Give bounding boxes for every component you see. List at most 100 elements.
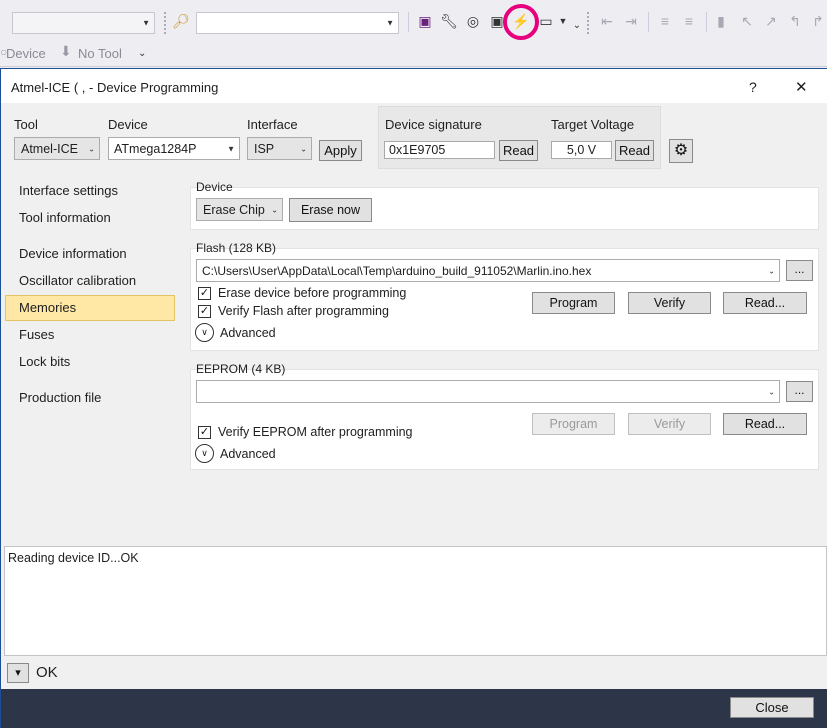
chevron-down-icon: ∨ <box>201 327 208 337</box>
erase-before-checkbox[interactable]: ✓ <box>198 287 211 300</box>
close-button[interactable]: Close <box>730 697 814 718</box>
dialog-titlebar: Atmel-ICE ( , - Device Programming ? ✕ <box>1 69 827 103</box>
erase-before-label[interactable]: Erase device before programming <box>218 286 406 300</box>
expand-log-button[interactable]: ▾ <box>7 663 29 683</box>
verify-flash-label[interactable]: Verify Flash after programming <box>218 304 389 318</box>
ide-toolbar: ▼ 🔎︎ ▼ ▣ 🔧︎ ◎ ▣ ⚡ ▭ ▼ ⌄ ⇤ ⇥ ≡ ≡ ▮ ↖ ↗ ↰ … <box>0 0 827 67</box>
verify-flash-checkbox[interactable]: ✓ <box>198 305 211 318</box>
outdent-icon[interactable]: ⇤ <box>598 12 616 30</box>
erase-mode-dropdown[interactable]: Erase Chip ⌄ <box>196 198 283 221</box>
device-pack-icon[interactable]: ▣ <box>416 12 434 30</box>
eeprom-file-dropdown[interactable]: ⌄ <box>196 380 780 403</box>
flash-verify-button[interactable]: Verify <box>628 292 711 314</box>
eeprom-advanced-expander[interactable]: ∨ <box>195 444 214 463</box>
sidebar-item-tool-information[interactable]: Tool information <box>19 210 111 225</box>
eeprom-read-button[interactable]: Read... <box>723 413 807 435</box>
dialog-footer: Close <box>1 689 827 728</box>
dropdown-arrow-icon: ▾ <box>15 667 21 679</box>
solution-config-dropdown[interactable]: ▼ <box>12 12 155 34</box>
target-voltage-field[interactable]: 5,0 V <box>551 141 612 159</box>
flash-read-button[interactable]: Read... <box>723 292 807 314</box>
chevron-down-icon: ⌄ <box>768 266 775 275</box>
log-output[interactable]: Reading device ID...OK <box>4 546 827 656</box>
toolbar-grip <box>164 12 168 34</box>
next-bookmark-icon[interactable]: ↗ <box>762 12 780 30</box>
checkmark-icon: ✓ <box>199 287 210 299</box>
clear-bookmarks-icon[interactable]: ↱ <box>809 12 827 30</box>
tool-plug-icon: ⬇ <box>60 43 72 59</box>
eeprom-browse-button[interactable]: ... <box>786 381 813 402</box>
flash-browse-button[interactable]: ... <box>786 260 813 281</box>
checkmark-icon: ✓ <box>199 426 210 438</box>
toolbar-separator <box>648 12 649 32</box>
chevron-down-icon: ∨ <box>201 448 208 458</box>
sidebar-item-oscillator-calibration[interactable]: Oscillator calibration <box>19 273 136 288</box>
highlight-ring <box>503 4 539 40</box>
device-signature-label: Device signature <box>385 117 482 132</box>
bookmark-icon[interactable]: ▮ <box>712 12 730 30</box>
flash-file-dropdown[interactable]: C:\Users\User\AppData\Local\Temp\arduino… <box>196 259 780 282</box>
eeprom-group-title: EEPROM (4 KB) <box>196 362 286 376</box>
chevron-down-icon: ⌄ <box>768 387 775 396</box>
tool-dropdown[interactable]: Atmel-ICE ⌄ <box>14 137 100 160</box>
dropdown-arrow-icon: ▼ <box>227 144 235 153</box>
checkmark-icon: ✓ <box>199 305 210 317</box>
previous-bookmark-icon[interactable]: ↖ <box>738 12 756 30</box>
erase-now-button[interactable]: Erase now <box>289 198 372 222</box>
device-group-title: Device <box>196 180 233 194</box>
target-voltage-label: Target Voltage <box>551 117 635 132</box>
bookmark-prev-folder-icon[interactable]: ↰ <box>786 12 804 30</box>
gear-icon: ⚙ <box>673 142 689 159</box>
interface-dropdown[interactable]: ISP ⌄ <box>247 137 312 160</box>
dropdown-arrow-icon[interactable]: ▼ <box>557 12 569 30</box>
device-dropdown[interactable]: ATmega1284P ▼ <box>108 137 240 160</box>
sidebar-item-interface-settings[interactable]: Interface settings <box>19 183 118 198</box>
chevron-down-icon: ⌄ <box>88 144 95 153</box>
uncomment-lines-icon[interactable]: ≡ <box>680 12 698 30</box>
wrench-icon[interactable]: 🔧︎ <box>440 12 458 30</box>
eeprom-advanced-label[interactable]: Advanced <box>220 447 276 461</box>
status-overflow-icon[interactable]: ⌄ <box>138 48 146 59</box>
chevron-down-icon: ⌄ <box>271 205 278 214</box>
eeprom-verify-button[interactable]: Verify <box>628 413 711 435</box>
device-status-label[interactable]: Device <box>6 46 46 61</box>
memories-content-pane <box>187 176 824 543</box>
tool-label: Tool <box>14 117 38 132</box>
status-bar: ▾ OK <box>4 658 827 688</box>
read-voltage-button[interactable]: Read <box>615 140 654 161</box>
eeprom-program-button[interactable]: Program <box>532 413 615 435</box>
flash-advanced-label[interactable]: Advanced <box>220 326 276 340</box>
flash-program-button[interactable]: Program <box>532 292 615 314</box>
read-signature-button[interactable]: Read <box>499 140 538 161</box>
apply-button[interactable]: Apply <box>319 140 362 161</box>
sidebar-item-device-information[interactable]: Device information <box>19 246 127 261</box>
sidebar-item-fuses[interactable]: Fuses <box>19 327 54 342</box>
toolbar-separator <box>706 12 707 32</box>
find-in-files-icon[interactable]: 🔎︎ <box>172 12 190 30</box>
tool-status-label[interactable]: No Tool <box>78 46 122 61</box>
debug-browser-icon[interactable]: ◎ <box>464 12 482 30</box>
search-dropdown[interactable]: ▼ <box>196 12 399 34</box>
indent-icon[interactable]: ⇥ <box>622 12 640 30</box>
verify-eeprom-label[interactable]: Verify EEPROM after programming <box>218 425 413 439</box>
status-text: OK <box>36 664 58 681</box>
verify-eeprom-checkbox[interactable]: ✓ <box>198 426 211 439</box>
help-button[interactable]: ? <box>749 79 757 95</box>
flash-group-title: Flash (128 KB) <box>196 241 277 255</box>
close-icon[interactable]: ✕ <box>795 78 808 96</box>
settings-button[interactable]: ⚙ <box>669 139 693 163</box>
comment-lines-icon[interactable]: ≡ <box>656 12 674 30</box>
toolbar-grip <box>587 12 591 34</box>
interface-label: Interface <box>247 117 298 132</box>
sidebar-item-production-file[interactable]: Production file <box>19 390 101 405</box>
flash-advanced-expander[interactable]: ∨ <box>195 323 214 342</box>
device-signature-field[interactable]: 0x1E9705 <box>384 141 495 159</box>
sidebar-item-memories[interactable]: Memories <box>19 300 76 315</box>
device-label: Device <box>108 117 148 132</box>
toolbar-separator <box>408 12 409 32</box>
device-programming-dialog: Atmel-ICE ( , - Device Programming ? ✕ T… <box>0 68 827 728</box>
toolbar-overflow-icon[interactable]: ⌄ <box>571 16 583 34</box>
chevron-down-icon: ⌄ <box>300 144 307 153</box>
sidebar-item-lock-bits[interactable]: Lock bits <box>19 354 70 369</box>
terminal-icon[interactable]: ▭ <box>537 12 555 30</box>
